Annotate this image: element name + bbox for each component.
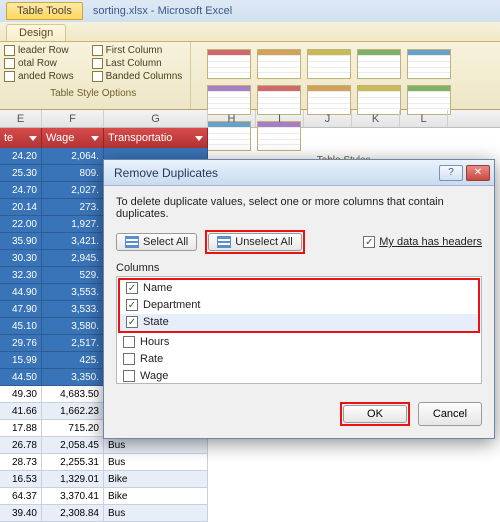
table-row[interactable]: 26.782,058.45Bus [0, 437, 500, 454]
column-headers: E F G H I J K L [0, 110, 500, 128]
ribbon-tabs: Design [0, 22, 500, 42]
checkbox-icon: ✓ [363, 236, 375, 248]
checkbox-icon: ✓ [126, 299, 138, 311]
opt-first-column[interactable]: First Column [92, 45, 183, 56]
col-F[interactable]: F [42, 110, 104, 127]
dropdown-icon[interactable] [29, 136, 37, 141]
checkbox-icon [123, 336, 135, 348]
th-wage[interactable]: Wage [42, 128, 104, 148]
column-item[interactable]: Hours [117, 334, 481, 351]
checkbox-icon: ✓ [126, 282, 138, 294]
column-item[interactable]: ✓Department [120, 297, 478, 314]
ribbon: leader Row otal Row anded Rows First Col… [0, 42, 500, 110]
opt-last-column[interactable]: Last Column [92, 58, 183, 69]
dialog-instruction: To delete duplicate values, select one o… [116, 196, 482, 220]
column-item[interactable]: Rate [117, 351, 481, 368]
opt-header-row[interactable]: leader Row [4, 45, 74, 56]
highlight-columns: ✓Name✓Department✓State [118, 278, 480, 333]
th-transportation[interactable]: Transportatio [104, 128, 208, 148]
table-style[interactable] [407, 49, 451, 79]
dropdown-icon[interactable] [195, 136, 203, 141]
window-title: sorting.xlsx - Microsoft Excel [93, 5, 232, 17]
col-L[interactable]: L [400, 110, 448, 127]
remove-duplicates-dialog: Remove Duplicates ? ✕ To delete duplicat… [103, 159, 495, 439]
highlight-ok: OK [340, 402, 410, 426]
group-table-styles: Table Styles [191, 42, 500, 109]
col-E[interactable]: E [0, 110, 42, 127]
table-row[interactable]: 28.732,255.31Bus [0, 454, 500, 471]
table-row[interactable]: 16.531,329.01Bike [0, 471, 500, 488]
cancel-button[interactable]: Cancel [418, 402, 482, 426]
col-I[interactable]: I [256, 110, 304, 127]
table-style[interactable] [357, 49, 401, 79]
table-row[interactable]: 39.402,308.84Bus [0, 505, 500, 522]
group-label: Table Style Options [4, 88, 182, 99]
col-G[interactable]: G [104, 110, 208, 127]
col-H[interactable]: H [208, 110, 256, 127]
dialog-titlebar[interactable]: Remove Duplicates ? ✕ [104, 160, 494, 186]
tab-design[interactable]: Design [6, 24, 66, 41]
title-bar: Table Tools sorting.xlsx - Microsoft Exc… [0, 0, 500, 22]
col-K[interactable]: K [352, 110, 400, 127]
column-item[interactable]: ✓Name [120, 280, 478, 297]
columns-list[interactable]: ✓Name✓Department✓State HoursRateWage [116, 276, 482, 384]
dialog-title: Remove Duplicates [114, 166, 218, 180]
table-row[interactable]: 64.373,370.41Bike [0, 488, 500, 505]
checkbox-icon [123, 353, 135, 365]
close-button[interactable]: ✕ [466, 165, 490, 181]
column-item[interactable]: ✓State [120, 314, 478, 331]
column-item[interactable]: Wage [117, 368, 481, 384]
list-icon [125, 236, 139, 248]
checkbox-icon: ✓ [126, 316, 138, 328]
contextual-tab-label: Table Tools [6, 2, 83, 20]
columns-label: Columns [116, 262, 482, 274]
opt-banded-rows[interactable]: anded Rows [4, 71, 74, 82]
ok-button[interactable]: OK [343, 405, 407, 423]
dropdown-icon[interactable] [91, 136, 99, 141]
th-rate[interactable]: te [0, 128, 42, 148]
checkbox-icon [123, 370, 135, 382]
help-button[interactable]: ? [439, 165, 463, 181]
table-style[interactable] [307, 49, 351, 79]
table-style[interactable] [257, 49, 301, 79]
opt-total-row[interactable]: otal Row [4, 58, 74, 69]
opt-banded-columns[interactable]: Banded Columns [92, 71, 183, 82]
my-data-has-headers[interactable]: ✓ My data has headers [363, 236, 482, 248]
group-table-style-options: leader Row otal Row anded Rows First Col… [0, 42, 191, 109]
style-gallery[interactable] [195, 45, 492, 151]
table-style[interactable] [207, 49, 251, 79]
col-J[interactable]: J [304, 110, 352, 127]
highlight-unselect: Unselect All [205, 230, 304, 254]
unselect-all-button[interactable]: Unselect All [208, 233, 301, 251]
list-icon [217, 236, 231, 248]
select-all-button[interactable]: Select All [116, 233, 197, 251]
